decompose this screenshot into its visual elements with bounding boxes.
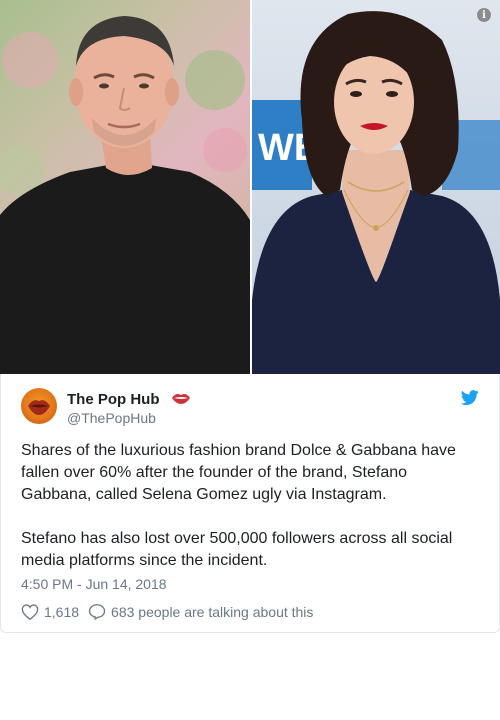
tweet-paragraph: Stefano has also lost over 500,000 follo… — [21, 530, 453, 569]
author-name[interactable]: The Pop Hub — [67, 391, 160, 408]
lips-icon — [171, 391, 191, 410]
like-button[interactable]: 1,618 — [21, 604, 79, 620]
tweet-actions: 1,618 683 people are talking about this — [21, 603, 313, 620]
author-handle[interactable]: @ThePopHub — [67, 410, 156, 426]
tweet-timestamp[interactable]: 4:50 PM - Jun 14, 2018 — [21, 576, 167, 592]
heart-icon — [21, 603, 39, 620]
tweet-media[interactable]: WE i — [0, 0, 500, 374]
tweet-paragraph: Shares of the luxurious fashion brand Do… — [21, 442, 456, 503]
info-icon[interactable]: i — [476, 7, 492, 23]
like-count: 1,618 — [44, 603, 80, 620]
twitter-bird-icon[interactable] — [460, 390, 479, 410]
conversation-text: 683 people are talking about this — [111, 603, 314, 620]
speech-bubble-icon — [88, 604, 106, 620]
tweet-text: Shares of the luxurious fashion brand Do… — [21, 440, 479, 572]
photo-left[interactable] — [0, 0, 250, 374]
tweet-card[interactable]: The Pop Hub @ThePopHub Shares of the lux… — [0, 374, 500, 633]
photo-right[interactable]: WE — [252, 0, 500, 374]
conversation-link[interactable]: 683 people are talking about this — [88, 603, 313, 620]
avatar[interactable] — [21, 388, 57, 424]
